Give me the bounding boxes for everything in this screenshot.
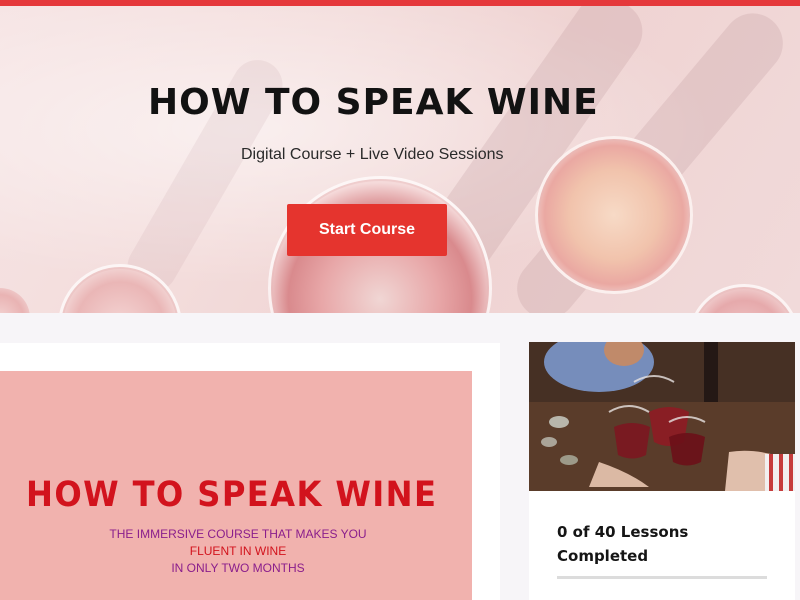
hero-subtitle: Digital Course + Live Video Sessions [241, 146, 504, 163]
progress-count: 0 of 40 Lessons [557, 523, 689, 541]
course-content-area: HOW TO SPEAK WINE THE IMMERSIVE COURSE T… [0, 313, 800, 600]
page-title: HOW TO SPEAK WINE [148, 82, 599, 123]
promo-tagline-line: FLUENT IN WINE [189, 544, 287, 558]
promo-tagline: THE IMMERSIVE COURSE THAT MAKES YOU FLUE… [60, 526, 416, 577]
course-intro-card: HOW TO SPEAK WINE THE IMMERSIVE COURSE T… [0, 343, 500, 600]
start-course-button[interactable]: Start Course [287, 204, 447, 256]
hero-content: HOW TO SPEAK WINE Digital Course + Live … [0, 6, 800, 313]
hero-banner: HOW TO SPEAK WINE Digital Course + Live … [0, 6, 800, 313]
course-thumbnail-image [529, 342, 795, 491]
promo-tagline-line: THE IMMERSIVE COURSE THAT MAKES YOU [109, 527, 367, 541]
progress-label: Completed [557, 547, 649, 565]
course-promo-image: HOW TO SPEAK WINE THE IMMERSIVE COURSE T… [0, 371, 472, 600]
promo-title: HOW TO SPEAK WINE [26, 475, 438, 515]
lesson-progress-bar [557, 576, 767, 579]
promo-tagline-line: IN ONLY TWO MONTHS [171, 561, 305, 575]
course-progress-card: 0 of 40 Lessons Completed [529, 342, 795, 600]
toasting-glasses-illustration [529, 342, 795, 491]
lesson-progress-text: 0 of 40 Lessons Completed [557, 520, 757, 568]
